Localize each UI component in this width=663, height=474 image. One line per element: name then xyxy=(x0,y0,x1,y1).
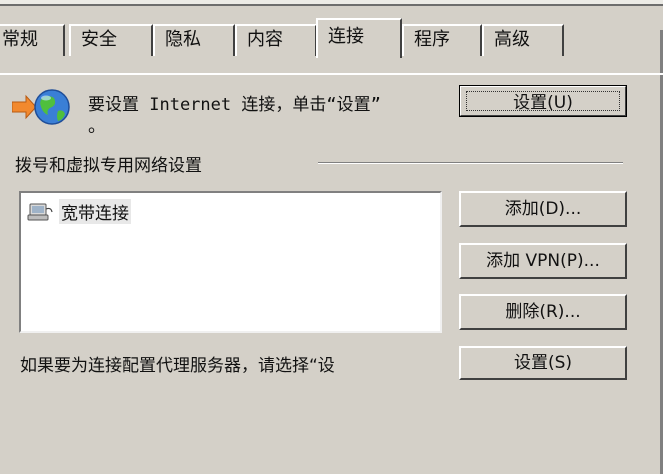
tab-label: 安全 xyxy=(81,29,117,50)
tab-label: 高级 xyxy=(494,29,530,50)
tab-programs[interactable]: 程序 xyxy=(402,24,482,56)
broadband-connection-icon xyxy=(27,200,53,222)
tab-connections[interactable]: 连接 xyxy=(316,18,402,58)
tab-label: 程序 xyxy=(414,29,450,50)
tab-label: 内容 xyxy=(247,29,283,50)
group-divider-highlight xyxy=(318,163,623,164)
add-button[interactable]: 添加(D)... xyxy=(459,191,627,227)
tab-content[interactable]: 内容 xyxy=(235,24,317,56)
tab-privacy[interactable]: 隐私 xyxy=(153,24,235,56)
setup-instruction-text-cont: 。 xyxy=(88,116,106,137)
internet-connection-wizard-icon xyxy=(11,86,72,130)
remove-button[interactable]: 删除(R)... xyxy=(459,294,627,330)
tab-baseline xyxy=(0,73,663,75)
tab-general[interactable]: 常规 xyxy=(0,24,65,56)
setup-instruction-text: 要设置 Internet 连接，单击“设置” xyxy=(88,95,381,115)
tab-label: 常规 xyxy=(2,29,38,50)
window-top-border xyxy=(0,4,663,6)
tab-security[interactable]: 安全 xyxy=(69,24,153,56)
tab-advanced[interactable]: 高级 xyxy=(482,24,564,56)
tab-strip: 常规 安全 隐私 内容 连接 程序 高级 xyxy=(0,18,663,75)
connection-list[interactable]: 宽带连接 xyxy=(19,191,442,333)
connection-name: 宽带连接 xyxy=(59,198,131,224)
tab-label: 隐私 xyxy=(165,29,201,50)
lan-settings-button[interactable]: 设置(S) xyxy=(459,346,627,380)
setup-button[interactable]: 设置(U) xyxy=(459,85,627,117)
tab-label: 连接 xyxy=(328,26,364,47)
setup-button-label: 设置(U) xyxy=(466,91,620,113)
dialup-vpn-heading: 拨号和虚拟专用网络设置 xyxy=(15,156,202,176)
add-vpn-button[interactable]: 添加 VPN(P)... xyxy=(459,243,627,279)
proxy-instruction-text: 如果要为连接配置代理服务器，请选择“设 xyxy=(20,356,335,376)
list-item[interactable]: 宽带连接 xyxy=(27,198,131,224)
